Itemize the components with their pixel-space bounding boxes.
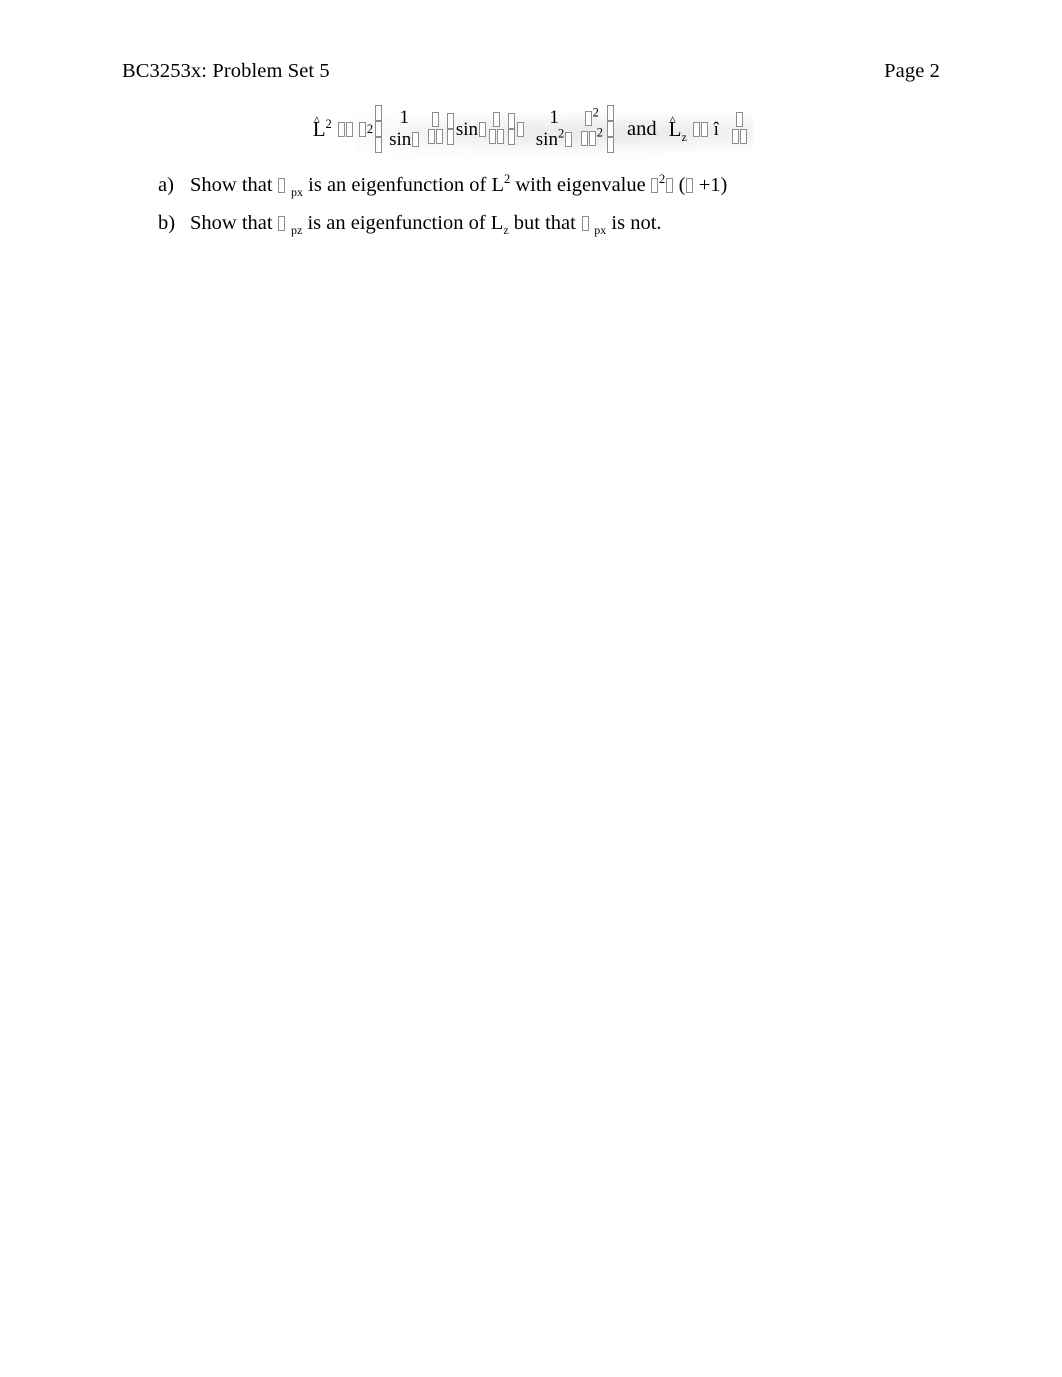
partial-glyph-box [428,128,436,144]
equals-glyph-box [337,121,345,137]
list-item-marker-a: a) [158,174,174,196]
bracket-segment [374,105,382,121]
plus-glyph-box [517,121,525,137]
partial-derivative-theta-2 [488,111,504,147]
psi-subscript-px-2: px [594,223,607,238]
operator-l-exponent: 2 [325,116,332,131]
psi-subscript-pz: pz [291,223,303,238]
item-b-end: is not. [611,212,662,234]
document-page: BC3253x: Problem Set 5 Page 2 ^ L2 2 1 s… [0,0,1062,1377]
l-subscript-z: z [503,223,509,238]
hat-accent: ^ [669,112,676,128]
course-title: BC3253x: Problem Set 5 [122,60,330,82]
item-a-middle: is an eigenfunction of L [308,174,504,196]
sin-exponent: 2 [557,126,565,141]
bracket-segment [508,113,516,129]
fraction-numerator: 1 [399,107,410,129]
second-partial-derivative-phi: 2 2 [580,105,604,149]
psi-subscript-px: px [291,185,304,200]
partial-glyph-box [488,128,496,144]
minus-glyph-box [701,121,709,137]
partial-derivative-phi [731,111,747,147]
list-item-text-b: Show that pz is an eigenfunction of Lz b… [190,210,938,236]
partial-derivative-theta [427,111,444,147]
i-hbar-term: î [713,118,719,140]
item-a-lead: Show that [190,174,273,196]
paren-open: ( [678,174,686,196]
partial-denominator [731,127,747,147]
partial-glyph-box [432,111,440,127]
bracket-segment [447,129,455,145]
sin-theta-term: sin [456,120,486,139]
list-item: b) Show that pz is an eigenfunction of L… [158,210,938,236]
inner-close-bracket-glyph [508,113,516,145]
psi-glyph-box [278,216,286,231]
l-quantum-glyph-box [686,178,694,193]
hbar-glyph-box [359,121,367,137]
paren-close: ) [720,174,728,196]
theta-glyph-box [478,121,486,137]
inner-open-bracket-glyph [447,113,455,145]
psi-glyph-box [581,216,589,231]
partial-denominator: 2 [580,125,604,149]
problem-list: a) Show that px is an eigenfunction of L… [158,172,938,248]
operator-l-squared: ^ L2 [313,114,333,140]
hbar-exponent: 2 [659,172,666,187]
plus-one: +1 [698,174,721,196]
theta-glyph-box [411,132,419,147]
fraction-denominator: sin2 [533,126,576,150]
page-number-label: Page 2 [884,60,940,82]
partial-glyph-box [580,131,588,146]
sin-text: sin [455,118,479,140]
theta-glyph-box [564,132,572,147]
phi-exponent: 2 [596,125,604,140]
l-quantum-glyph-box [665,178,673,193]
theta-glyph-box [496,128,504,144]
partial-glyph-box [585,111,593,127]
item-b-middle: is an eigenfunction of L [307,212,504,234]
operator-lz: ^ Lz [669,114,688,143]
open-bracket-glyph [374,105,382,153]
hat-accent: ^ [313,112,320,128]
list-item-marker-b: b) [158,212,176,234]
bracket-segment [374,137,382,153]
equation-block: ^ L2 2 1 sin sin 1 sin2 2 2 and ^ Lz î [0,101,1062,159]
item-a-tail: with eigenvalue [515,174,646,196]
partial-exponent: 2 [592,105,599,120]
phi-glyph-box [589,131,597,146]
fraction-denominator: sin [386,129,422,150]
bracket-segment [606,121,614,137]
operator-lz-subscript: z [681,129,687,144]
page-header: BC3253x: Problem Set 5 Page 2 [122,58,940,84]
minus-glyph-box [346,121,354,137]
theta-glyph-box [436,128,444,144]
partial-glyph-box [731,128,739,144]
psi-glyph-box [278,178,286,193]
fraction-one-over-sin-squared-theta: 1 sin2 [533,108,576,150]
sin-text: sin [389,129,412,150]
angular-momentum-equation: ^ L2 2 1 sin sin 1 sin2 2 2 and ^ Lz î [303,101,760,159]
hbar-glyph-box [651,178,659,193]
fraction-one-over-sin-theta: 1 sin [386,108,422,150]
bracket-segment [606,105,614,121]
sin-text: sin [535,129,558,150]
l-exponent: 2 [503,172,511,187]
close-bracket-glyph [606,105,614,153]
item-b-tail: but that [513,212,576,234]
phi-glyph-box [739,128,747,144]
conjunction-and: and [627,117,657,140]
partial-glyph-box [735,111,743,127]
bracket-segment [447,113,455,129]
partial-denominator [427,127,444,147]
bracket-segment [374,121,382,137]
item-b-lead: Show that [190,212,273,234]
bracket-segment [606,137,614,153]
list-item: a) Show that px is an eigenfunction of L… [158,172,938,198]
bracket-segment [508,129,516,145]
partial-glyph-box [492,111,500,127]
partial-denominator [488,127,504,147]
list-item-text-a: Show that px is an eigenfunction of L2 w… [190,172,938,198]
equals-glyph-box [692,121,700,137]
